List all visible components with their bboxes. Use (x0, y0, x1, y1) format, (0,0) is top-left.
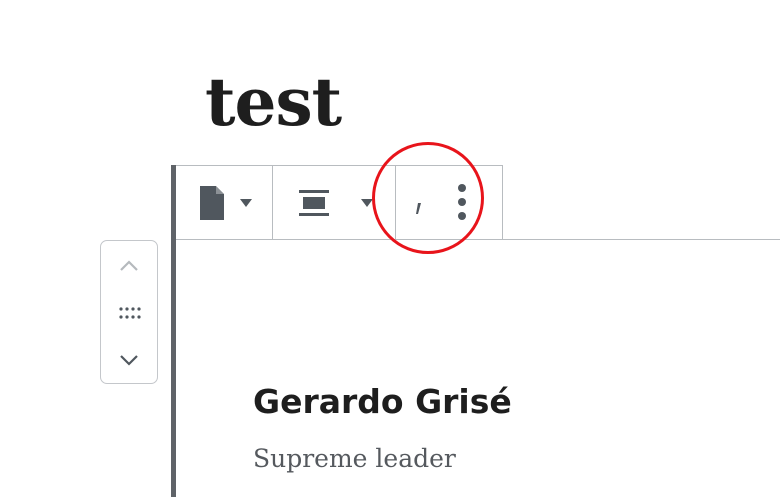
more-options-button[interactable] (449, 182, 475, 226)
block-type-button[interactable] (199, 185, 259, 221)
person-name[interactable]: Gerardo Grisé (253, 380, 512, 424)
partial-toolbar-button[interactable] (412, 199, 426, 219)
align-wide-icon (299, 190, 373, 216)
align-button[interactable] (297, 185, 387, 221)
chevron-down-icon (120, 355, 138, 366)
post-title[interactable]: test (205, 62, 342, 142)
move-down-button[interactable] (101, 345, 157, 375)
block-mover (100, 240, 158, 384)
document-icon (200, 186, 252, 220)
more-options-icon (458, 184, 466, 220)
person-role[interactable]: Supreme leader (253, 441, 456, 477)
drag-handle-icon (119, 307, 141, 319)
toolbar-divider (176, 239, 780, 240)
move-up-button[interactable] (101, 251, 157, 281)
partial-icon (416, 203, 421, 214)
chevron-up-icon (120, 260, 138, 271)
drag-handle-button[interactable] (101, 299, 157, 329)
